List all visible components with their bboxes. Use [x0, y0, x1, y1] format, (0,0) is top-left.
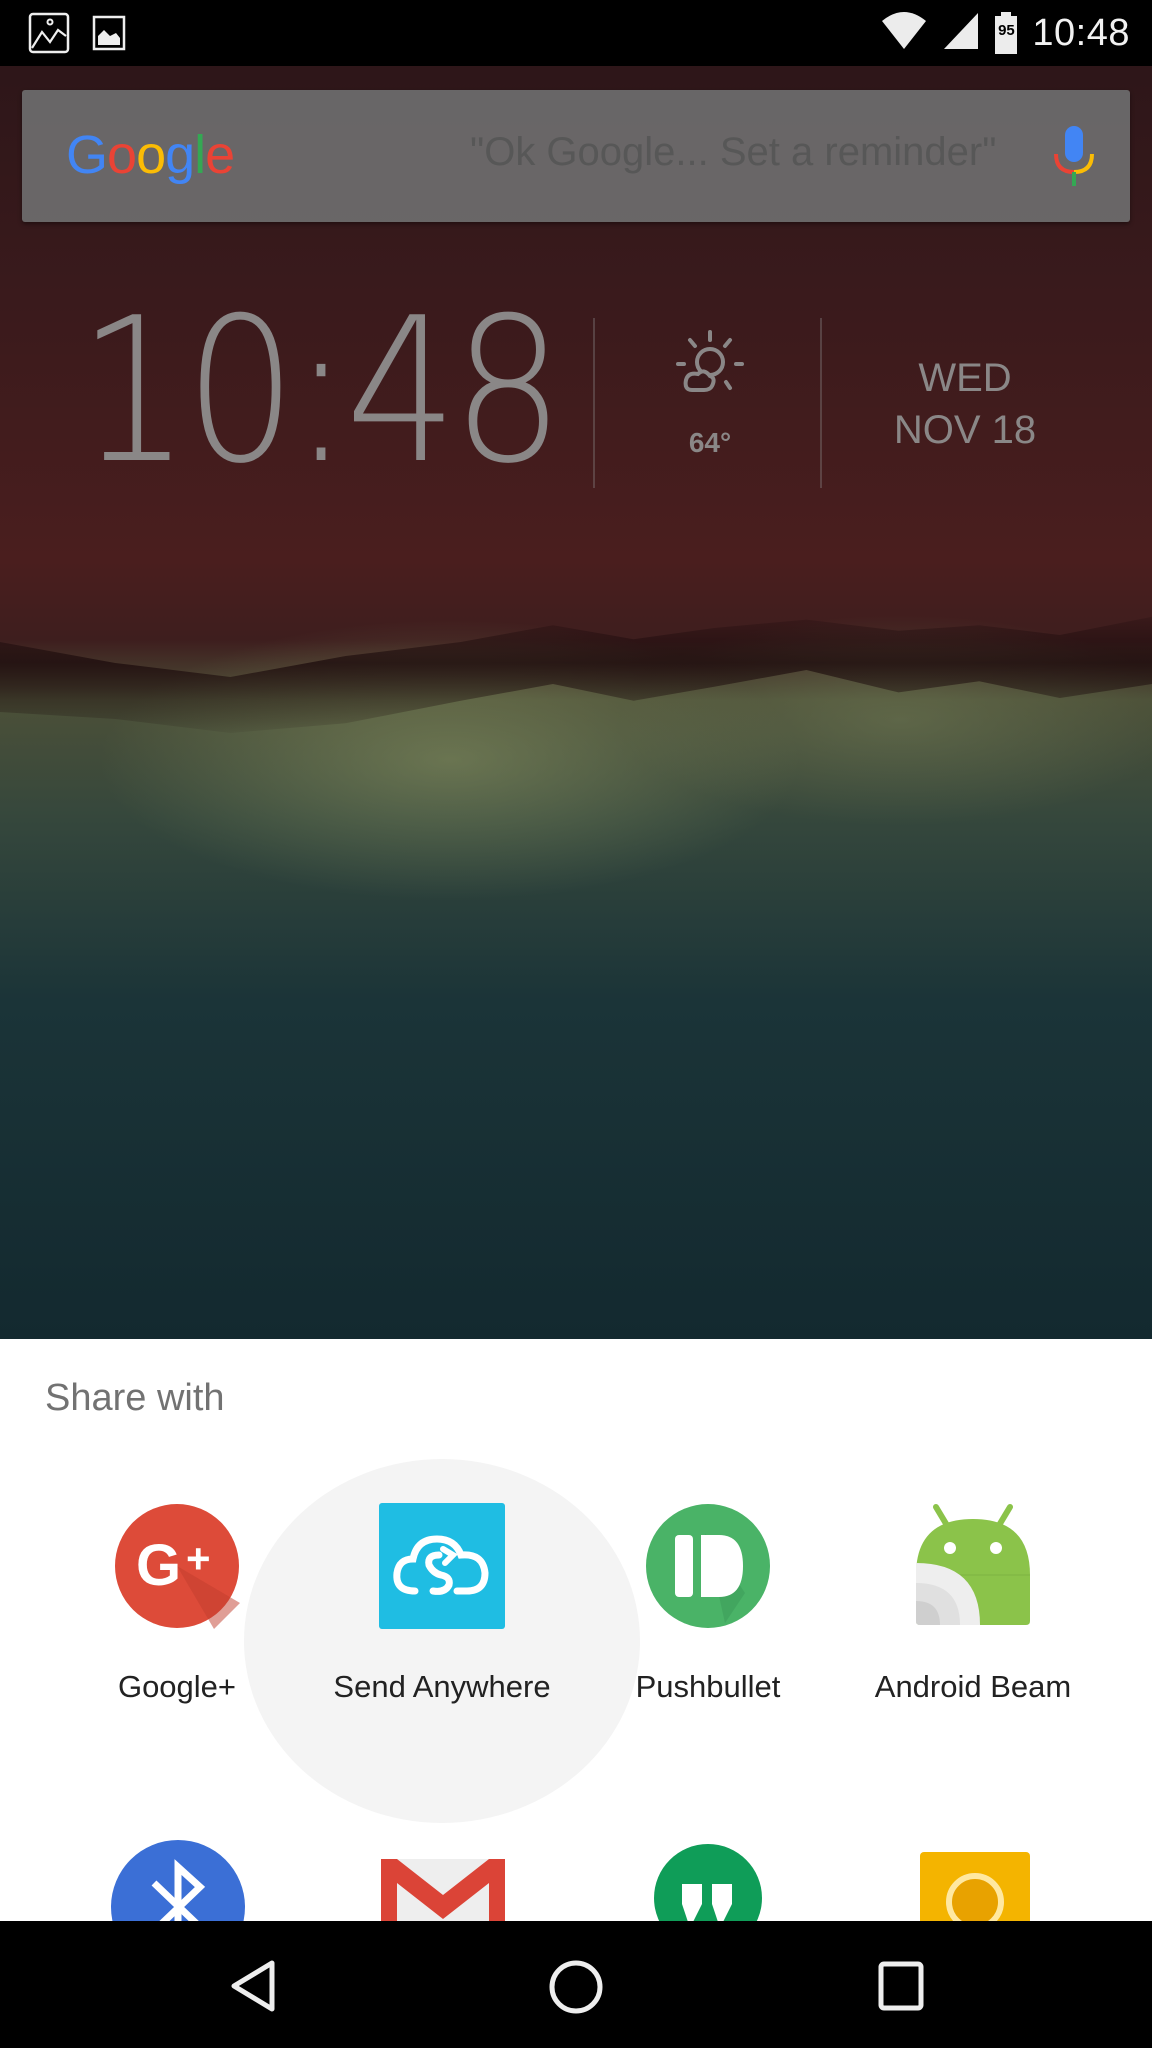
- widget-divider: [593, 318, 595, 488]
- app-label: Pushbullet: [635, 1669, 781, 1704]
- share-target-android-beam[interactable]: Android Beam: [863, 1503, 1083, 1705]
- pushbullet-icon: [645, 1503, 771, 1629]
- partly-sunny-icon: [674, 330, 746, 404]
- gmail-icon: [381, 1859, 505, 1921]
- app-label: Google+: [117, 1669, 237, 1704]
- date-label: NOV 18: [893, 408, 1037, 452]
- cell-signal-icon: [942, 11, 980, 56]
- search-hint: "Ok Google... Set a reminder": [470, 130, 997, 174]
- google-plus-icon: G +: [114, 1503, 240, 1629]
- svg-text:G: G: [136, 1533, 181, 1598]
- share-sheet-title: Share with: [45, 1377, 225, 1419]
- share-target-gmail[interactable]: [381, 1859, 505, 1921]
- google-logo: Google: [66, 125, 235, 185]
- share-target-send-anywhere[interactable]: Send Anywhere: [332, 1503, 552, 1705]
- share-target-google-plus[interactable]: G + Google+: [67, 1503, 287, 1705]
- clock-time: 10:48: [78, 275, 564, 508]
- status-bar-time: 10:48: [1032, 11, 1130, 54]
- date-block: WED NOV 18: [860, 352, 1070, 456]
- share-target-bluetooth[interactable]: [110, 1839, 246, 1921]
- share-target-hangouts[interactable]: [654, 1844, 762, 1921]
- app-label: Android Beam: [874, 1669, 1072, 1704]
- temperature: 64°: [688, 427, 732, 458]
- share-target-pushbullet[interactable]: Pushbullet: [598, 1503, 818, 1705]
- keep-icon: [920, 1852, 1030, 1921]
- wifi-icon: [880, 11, 928, 56]
- back-icon[interactable]: [228, 1959, 278, 2018]
- bluetooth-icon: [111, 1840, 245, 1921]
- clock-weather-widget[interactable]: 10:48 64° WED NOV 18: [0, 292, 1152, 520]
- weather-block: 64°: [660, 330, 760, 459]
- widget-divider: [820, 318, 822, 488]
- day-of-week: WED: [918, 356, 1012, 400]
- navigation-bar: [0, 1921, 1152, 2048]
- share-target-keep[interactable]: [920, 1852, 1030, 1921]
- home-icon[interactable]: [548, 1959, 604, 2020]
- android-beam-icon: [910, 1503, 1036, 1629]
- wallpaper-shoreline: [0, 616, 1152, 733]
- image-notification-icon: [92, 12, 126, 59]
- microphone-icon[interactable]: [1052, 126, 1096, 193]
- battery-level: 95: [998, 22, 1015, 39]
- gallery-notification-icon: [28, 12, 70, 59]
- hangouts-icon: [654, 1844, 762, 1921]
- google-search-bar[interactable]: Google "Ok Google... Set a reminder": [22, 90, 1130, 222]
- battery-icon: 95: [994, 12, 1018, 54]
- svg-text:+: +: [186, 1535, 211, 1582]
- share-sheet: Share with G + Google+ Send Anywhere Push…: [0, 1339, 1152, 1921]
- send-anywhere-icon: [379, 1503, 505, 1629]
- status-bar: 95 10:48: [0, 0, 1152, 66]
- app-label: Send Anywhere: [333, 1669, 551, 1704]
- recents-icon[interactable]: [876, 1959, 926, 2018]
